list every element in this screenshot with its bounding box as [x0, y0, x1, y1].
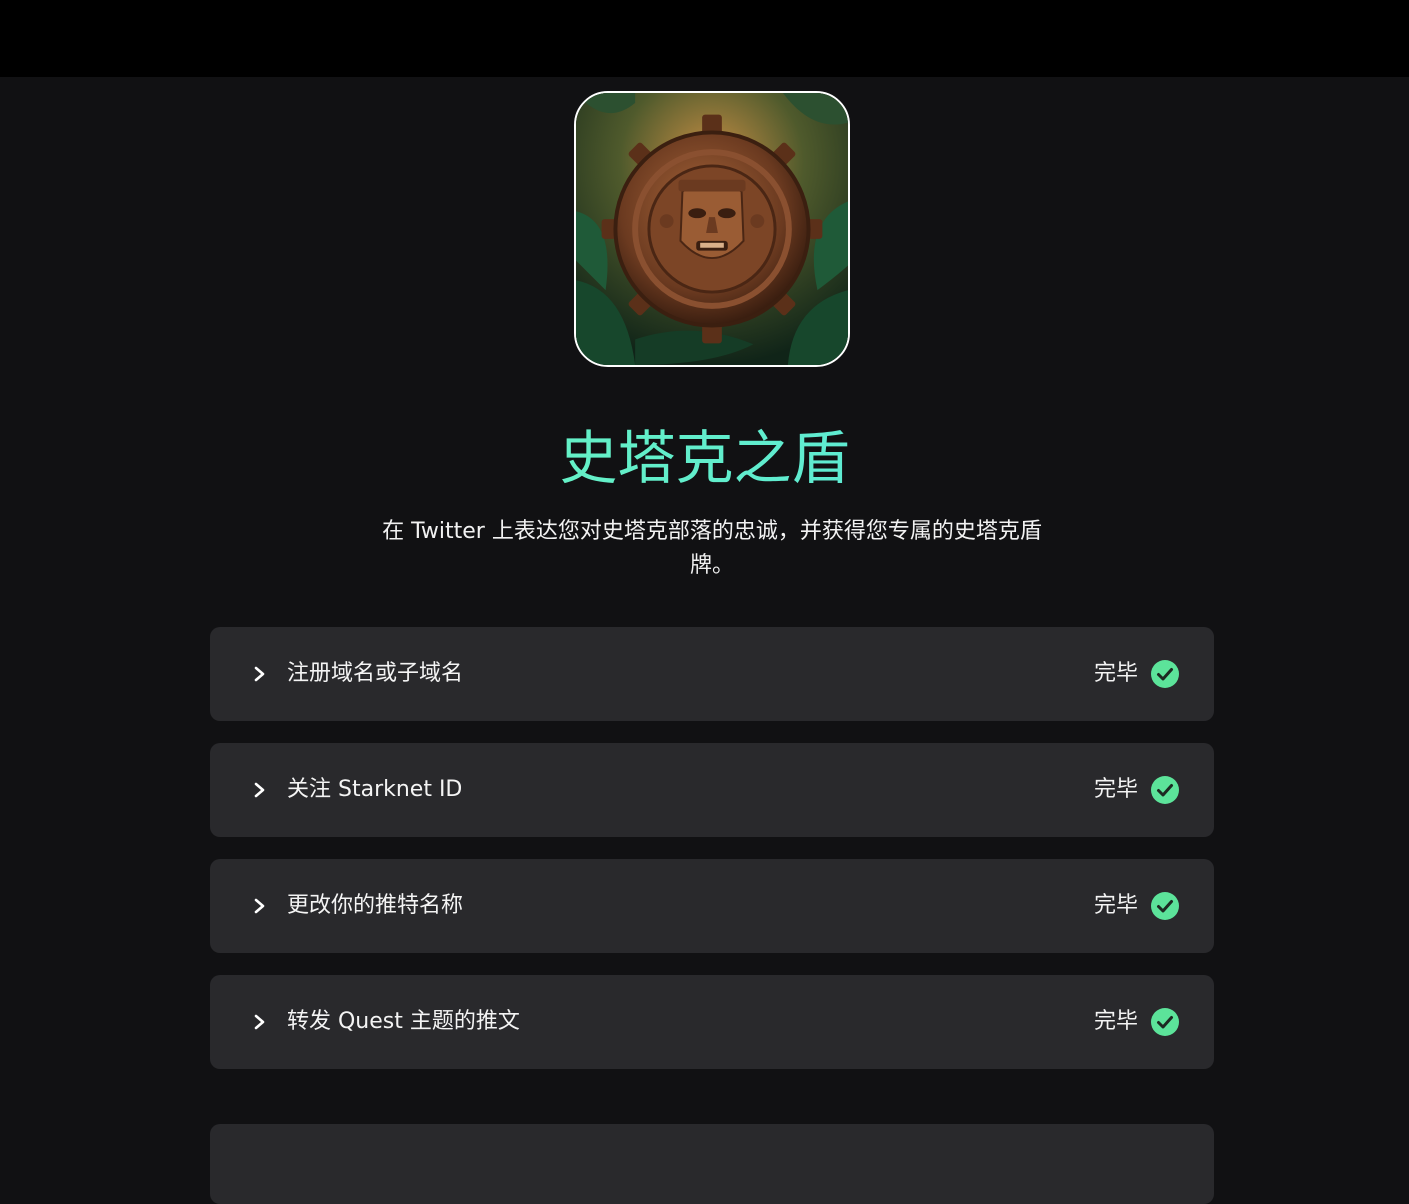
quest-image	[574, 91, 850, 367]
task-item[interactable]: 注册域名或子域名 完毕	[210, 627, 1214, 721]
chevron-right-icon	[254, 1014, 265, 1030]
task-status: 完毕	[1093, 661, 1138, 686]
aztec-shield-icon	[576, 93, 848, 365]
check-circle-icon	[1151, 892, 1179, 920]
check-circle-icon	[1151, 776, 1179, 804]
task-label: 转发 Quest 主题的推文	[287, 1009, 520, 1034]
task-item[interactable]: 更改你的推特名称 完毕	[210, 859, 1214, 953]
top-navbar	[0, 0, 1409, 77]
quest-description: 在 Twitter 上表达您对史塔克部落的忠诚，并获得您专属的史塔克盾牌。	[382, 519, 1042, 578]
task-status: 完毕	[1093, 1009, 1138, 1034]
task-label: 注册域名或子域名	[287, 661, 464, 686]
chevron-right-icon	[254, 898, 265, 914]
chevron-right-icon	[254, 666, 265, 682]
task-item[interactable]: 转发 Quest 主题的推文 完毕	[210, 975, 1214, 1069]
quest-title: 史塔克之盾	[0, 420, 1409, 496]
task-label: 更改你的推特名称	[287, 893, 464, 918]
task-item[interactable]: 关注 Starknet ID 完毕	[210, 743, 1214, 837]
task-status: 完毕	[1093, 893, 1138, 918]
task-status: 完毕	[1093, 777, 1138, 802]
check-circle-icon	[1151, 660, 1179, 688]
chevron-right-icon	[254, 782, 265, 798]
check-circle-icon	[1151, 1008, 1179, 1036]
task-label: 关注 Starknet ID	[287, 777, 463, 802]
reward-card	[210, 1124, 1214, 1204]
